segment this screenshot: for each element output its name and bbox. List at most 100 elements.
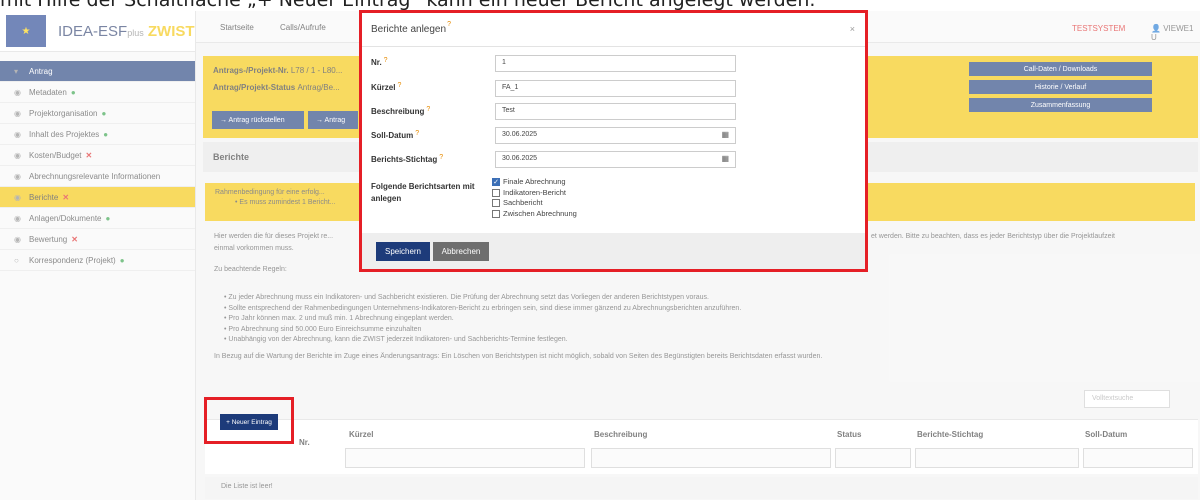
nav-startseite[interactable]: Startseite [220,23,254,32]
stichtag-input[interactable]: 30.06.2025 ▦ [495,151,736,168]
checkbox-icon[interactable] [492,209,500,218]
check-icon: ● [70,87,76,97]
empty-list-message: Die Liste ist leer! [205,477,1198,499]
eu-flag-icon: ★ [6,15,46,47]
sidebar-item-antrag[interactable]: ▾ Antrag [0,61,195,82]
filter-stichtag-select[interactable] [915,448,1079,468]
nav-calls[interactable]: Calls/Aufrufe [280,23,326,32]
app-logo: IDEA-ESFplus ZWIST [58,22,195,40]
column-kuerzel[interactable]: Kürzel [349,430,373,439]
circle-icon: ◉ [14,87,21,97]
nr-input[interactable]: 1 [495,55,736,72]
project-number-label: Antrags-/Projekt-Nr. L78 / 1 - L80... [213,66,343,75]
report-types-label: Folgende Berichtsarten mit anlegen [371,182,475,203]
circle-icon: ◉ [14,171,21,181]
error-icon: ✕ [85,150,93,160]
summary-button[interactable]: Zusammenfassung [969,98,1152,112]
check-icon: ● [105,213,111,223]
help-icon[interactable]: ? [426,106,430,113]
sidebar-item-abrechnung[interactable]: ◉ Abrechnungsrelevante Informationen [0,166,195,187]
sidebar-item-inhalt[interactable]: ◉ Inhalt des Projektes ● [0,124,195,145]
field-soll-datum-label: Soll-Datum? [371,130,420,140]
sidebar-nav: ▾ Antrag ◉ Metadaten ● ◉ Projektorganisation… [0,61,195,271]
caret-down-icon: ▾ [14,66,19,76]
dialog-title: Berichte anlegen [371,24,447,35]
checkbox-indikatoren-bericht[interactable]: Indikatoren-Bericht [492,188,577,199]
help-icon[interactable]: ? [397,82,401,89]
column-status[interactable]: Status [837,430,861,439]
calendar-icon[interactable]: ▦ [721,130,729,139]
filter-kuerzel-input[interactable] [345,448,585,468]
project-status-label: Antrag/Projekt-Status Antrag/Be... [213,83,340,92]
checkbox-checked-icon[interactable]: ✓ [492,178,500,187]
new-entry-button[interactable]: + Neuer Eintrag [220,414,278,430]
user-icon: 👤 [1151,24,1164,33]
call-data-button[interactable]: Call-Daten / Downloads [969,62,1152,76]
sidebar-item-metadaten[interactable]: ◉ Metadaten ● [0,82,195,103]
checkbox-finale-abrechnung[interactable]: ✓ Finale Abrechnung [492,177,577,188]
help-icon[interactable]: ? [447,21,451,28]
circle-icon: ◉ [14,234,21,244]
checkbox-sachbericht[interactable]: Sachbericht [492,198,577,209]
rule-item: • Unabhängig von der Abrechnung, kann di… [224,336,568,343]
field-nr-label: Nr.? [371,57,388,67]
rule-item: • Zu jeder Abrechnung muss ein Indikator… [224,294,709,301]
checkbox-zwischen-abrechnung[interactable]: Zwischen Abrechnung [492,209,577,220]
circle-icon: ○ [14,255,19,265]
field-stichtag-label: Berichts-Stichtag? [371,154,444,164]
soll-datum-input[interactable]: 30.06.2025 ▦ [495,127,736,144]
circle-icon: ◉ [14,192,21,202]
filter-soll-datum-select[interactable] [1083,448,1193,468]
filter-status-select[interactable] [835,448,911,468]
maintenance-note: In Bezug auf die Wartung der Berichte im… [214,353,823,360]
save-button[interactable]: Speichern [376,242,430,261]
column-beschreibung[interactable]: Beschreibung [594,430,647,439]
calendar-icon[interactable]: ▦ [721,154,729,163]
filter-beschreibung-input[interactable] [591,448,831,468]
checkbox-icon[interactable] [492,199,500,208]
report-types-list: ✓ Finale Abrechnung Indikatoren-Bericht S… [492,177,577,219]
rules-list: • Zu jeder Abrechnung muss ein Indikator… [224,293,741,346]
sidebar-item-bewertung[interactable]: ◉ Bewertung ✕ [0,229,195,250]
help-icon[interactable]: ? [415,130,419,137]
sidebar-item-kosten[interactable]: ◉ Kosten/Budget ✕ [0,145,195,166]
rule-item: • Sollte entsprechend der Rahmenbedingun… [224,304,742,312]
rule-item: • Pro Abrechnung sind 50.000 Euro Einrei… [224,325,422,333]
check-icon: ● [103,129,109,139]
help-icon[interactable]: ? [439,154,443,161]
checkbox-icon[interactable] [492,188,500,197]
reports-table-header: Nr. Kürzel Beschreibung Status Berichte-… [205,419,1198,474]
circle-icon: ◉ [14,108,21,118]
rule-item: • Pro Jahr können max. 2 und muß min. 1 … [224,315,454,322]
column-soll-datum[interactable]: Soll-Datum [1085,430,1127,439]
sidebar-item-korrespondenz[interactable]: ○ Korrespondenz (Projekt) ● [0,250,195,271]
sidebar-item-anlagen[interactable]: ◉ Anlagen/Dokumente ● [0,208,195,229]
beschreibung-input[interactable]: Test [495,103,736,120]
cancel-button[interactable]: Abbrechen [433,242,489,261]
help-icon[interactable]: ? [384,57,388,64]
check-icon: ● [119,255,125,265]
system-badge: TESTSYSTEM [1072,24,1126,33]
column-stichtag[interactable]: Berichte-Stichtag [917,430,983,439]
close-icon[interactable]: × [850,24,855,34]
check-icon: ● [101,108,107,118]
column-nr[interactable]: Nr. [299,438,310,447]
circle-icon: ◉ [14,213,21,223]
sidebar-item-berichte[interactable]: ◉ Berichte ✕ [0,187,195,208]
reset-application-button[interactable]: → Antrag rückstellen [212,111,304,129]
kuerzel-input[interactable]: FA_1 [495,80,736,97]
circle-icon: ◉ [14,129,21,139]
dialog-header: Berichte anlegen? × [362,13,865,47]
user-menu[interactable]: 👤 VIEWE1 U [1151,24,1200,42]
fulltext-search-input[interactable]: Volltextsuche [1084,390,1170,408]
circle-icon: ◉ [14,150,21,160]
sidebar: ★ IDEA-ESFplus ZWIST ▾ Antrag ◉ Metadaten ●… [0,11,196,500]
error-icon: ✕ [62,192,70,202]
intro-text-right: et werden. Bitte zu beachten, dass es je… [871,233,1115,240]
intro-text-line2: einmal vorkommen muss. [214,245,294,252]
application-action-button[interactable]: → Antrag [308,111,358,129]
dialog-footer: Speichern Abbrechen [362,233,865,269]
field-kuerzel-label: Kürzel? [371,82,402,92]
history-button[interactable]: Historie / Verlauf [969,80,1152,94]
sidebar-item-projektorganisation[interactable]: ◉ Projektorganisation ● [0,103,195,124]
